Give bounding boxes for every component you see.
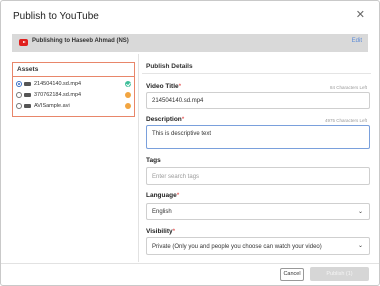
language-select[interactable]: English ⌄ bbox=[146, 203, 370, 220]
channel-text: Publishing to Haseeb Ahmad (NS) bbox=[32, 38, 129, 44]
details-divider bbox=[142, 73, 371, 74]
youtube-icon bbox=[19, 39, 28, 46]
pending-status-icon bbox=[125, 103, 131, 109]
asset-item[interactable]: 370762184.sd.mp4 bbox=[13, 91, 134, 101]
check-status-icon bbox=[125, 81, 131, 87]
close-icon[interactable]: ✕ bbox=[356, 10, 365, 21]
video-title-label: Video Title* bbox=[146, 83, 182, 90]
asset-radio[interactable] bbox=[16, 81, 22, 87]
asset-item[interactable]: 214504140.sd.mp4 bbox=[13, 80, 134, 90]
language-label: Language* bbox=[146, 192, 180, 199]
visibility-label: Visibility* bbox=[146, 228, 176, 235]
chevron-down-icon: ⌄ bbox=[357, 243, 363, 249]
channel-bar: Publishing to Haseeb Ahmad (NS) Edit bbox=[12, 34, 368, 52]
assets-header: Assets bbox=[13, 63, 134, 77]
video-file-icon bbox=[24, 93, 31, 97]
cancel-button[interactable]: Cancel bbox=[280, 268, 304, 281]
dialog-title: Publish to YouTube bbox=[13, 11, 99, 22]
assets-panel: Assets 214504140.sd.mp4 370762184.sd.mp4… bbox=[12, 62, 135, 117]
publish-details-title: Publish Details bbox=[146, 63, 193, 70]
video-title-input[interactable]: 214504140.sd.mp4 bbox=[146, 92, 370, 109]
description-label: Description* bbox=[146, 116, 185, 123]
asset-radio[interactable] bbox=[16, 92, 22, 98]
visibility-select[interactable]: Private (Only you and people you choose … bbox=[146, 237, 370, 255]
pending-status-icon bbox=[125, 92, 131, 98]
video-title-counter: 84 Characters Left bbox=[329, 85, 367, 90]
video-file-icon bbox=[24, 104, 31, 108]
asset-name: AVISample.avi bbox=[34, 103, 70, 109]
asset-name: 214504140.sd.mp4 bbox=[34, 81, 82, 87]
footer-divider bbox=[1, 263, 379, 264]
description-counter: 4975 Characters Left bbox=[324, 118, 367, 123]
asset-item[interactable]: AVISample.avi bbox=[13, 102, 134, 112]
asset-radio[interactable] bbox=[16, 103, 22, 109]
assets-title: Assets bbox=[17, 66, 39, 73]
panel-divider bbox=[138, 54, 139, 262]
publish-dialog: Publish to YouTube ✕ Publishing to Hasee… bbox=[0, 0, 380, 286]
video-file-icon bbox=[24, 82, 31, 86]
dialog-header: Publish to YouTube ✕ bbox=[1, 1, 379, 34]
description-textarea[interactable]: This is descriptive text bbox=[146, 125, 370, 149]
chevron-down-icon: ⌄ bbox=[357, 209, 363, 215]
tags-label: Tags bbox=[146, 157, 161, 164]
asset-name: 370762184.sd.mp4 bbox=[34, 92, 82, 98]
publish-button[interactable]: Publish (1) bbox=[310, 267, 369, 281]
tags-input[interactable]: Enter search tags bbox=[146, 167, 370, 185]
edit-channel-link[interactable]: Edit bbox=[352, 38, 362, 44]
